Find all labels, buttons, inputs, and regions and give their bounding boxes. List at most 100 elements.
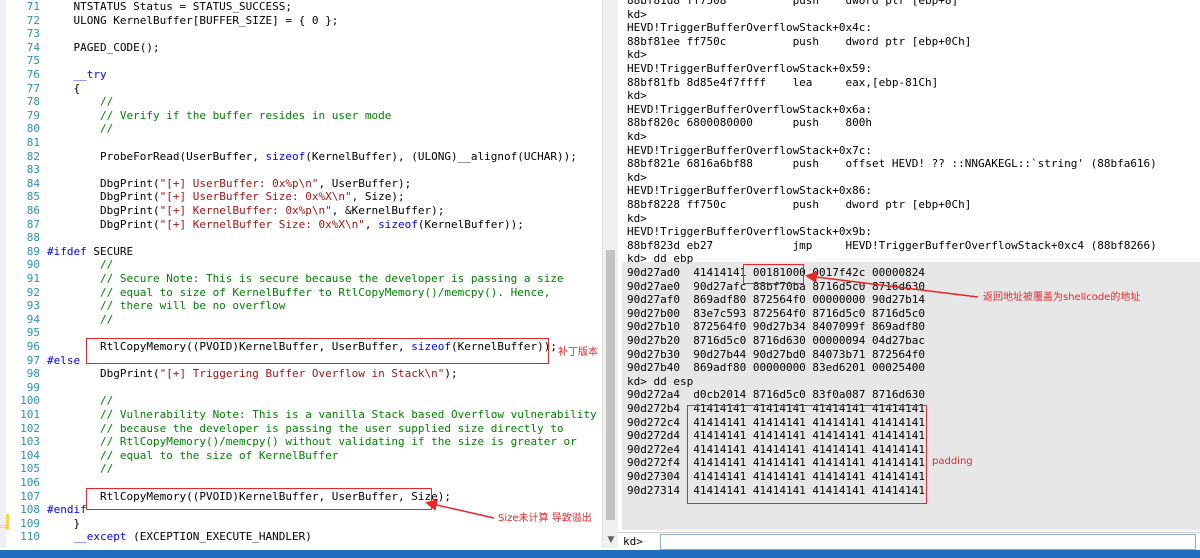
line-number: 76 — [26, 68, 40, 81]
code-text: __try — [47, 68, 107, 82]
code-line[interactable]: 73 — [0, 27, 596, 41]
code-line[interactable]: 77 { — [0, 82, 596, 96]
code-line[interactable]: 110 __except (EXCEPTION_EXECUTE_HANDLER) — [0, 530, 596, 544]
code-token: ProbeForRead(UserBuffer, — [47, 149, 266, 163]
code-string: "[+] KernelBuffer Size: 0x%X\n" — [159, 217, 365, 231]
line-number: 80 — [26, 122, 40, 136]
line-number: 77 — [26, 81, 40, 95]
code-text: // — [47, 122, 113, 136]
line-number: 101 — [20, 408, 40, 421]
code-line[interactable]: 87 DbgPrint("[+] KernelBuffer Size: 0x%X… — [0, 218, 596, 232]
code-line[interactable]: 98 DbgPrint("[+] Triggering Buffer Overf… — [0, 367, 596, 381]
code-line[interactable]: 100 // — [0, 394, 596, 408]
code-text: // Verify if the buffer resides in user … — [47, 109, 391, 123]
editor-vertical-scrollbar[interactable]: ▼ — [602, 0, 618, 548]
code-comment: // because the developer is passing the … — [47, 421, 564, 435]
scroll-down-icon[interactable]: ▼ — [603, 532, 619, 548]
code-line[interactable]: 86 DbgPrint("[+] KernelBuffer: 0x%p\n", … — [0, 204, 596, 218]
output-line: HEVD!TriggerBufferOverflowStack+0x6a: — [627, 102, 873, 116]
source-editor[interactable]: ⇨ 71 NTSTATUS Status = STATUS_SUCCESS; 72… — [0, 0, 602, 548]
code-token: PAGED_CODE(); — [47, 40, 160, 54]
code-text: // Secure Note: This is secure because t… — [47, 272, 564, 286]
line-number: 79 — [26, 108, 40, 122]
code-token: DbgPrint( — [47, 217, 160, 231]
code-line[interactable]: 90 // — [0, 258, 596, 272]
code-text: // — [47, 95, 113, 109]
code-token: NTSTATUS Status = STATUS_SUCCESS; — [47, 0, 293, 13]
line-number: 92 — [26, 285, 40, 299]
code-line[interactable]: 75 — [0, 54, 596, 68]
return-address-box — [743, 264, 804, 284]
command-bar: kd> — [618, 532, 1200, 550]
code-comment: // RtlCopyMemory()/memcpy() without vali… — [47, 435, 577, 449]
command-input[interactable] — [660, 534, 1196, 550]
code-line[interactable]: 80 // — [0, 122, 596, 136]
output-line: 88bf81ee ff750c push dword ptr [ebp+0Ch] — [627, 34, 972, 48]
line-number: 74 — [26, 40, 40, 54]
code-text: // RtlCopyMemory()/memcpy() without vali… — [47, 435, 577, 449]
code-line[interactable]: 99 — [0, 381, 596, 395]
line-number: 103 — [20, 435, 40, 449]
code-string: "[+] UserBuffer Size: 0x%X\n" — [159, 190, 352, 204]
code-line[interactable]: 83 — [0, 163, 596, 177]
code-line[interactable]: 85 DbgPrint("[+] UserBuffer Size: 0x%X\n… — [0, 190, 596, 204]
code-line[interactable]: 103 // RtlCopyMemory()/memcpy() without … — [0, 435, 596, 449]
line-number: 94 — [26, 312, 40, 326]
code-line[interactable]: 94 // — [0, 313, 596, 327]
padding-box — [687, 405, 927, 504]
line-number: 86 — [26, 204, 40, 217]
output-line: 90d27b20 8716d5c0 8716d630 00000094 04d2… — [627, 334, 926, 347]
code-text: ProbeForRead(UserBuffer, sizeof(KernelBu… — [47, 150, 577, 164]
code-line[interactable]: 71 NTSTATUS Status = STATUS_SUCCESS; — [0, 0, 596, 14]
code-line[interactable]: 82 ProbeForRead(UserBuffer, sizeof(Kerne… — [0, 150, 596, 164]
output-line: kd> — [627, 89, 647, 103]
code-line[interactable]: 88 — [0, 231, 596, 245]
line-number: 93 — [26, 299, 40, 313]
line-number: 102 — [20, 421, 40, 435]
line-number: 100 — [20, 394, 40, 408]
code-token: DbgPrint( — [47, 367, 160, 381]
code-line[interactable]: 89 #ifdef SECURE — [0, 245, 596, 259]
output-line: kd> dd esp — [627, 374, 694, 388]
vulnerable-line-box — [86, 488, 432, 510]
code-line[interactable]: 76 __try — [0, 68, 596, 82]
patch-version-label: 补丁版本 — [558, 347, 598, 358]
code-text: DbgPrint("[+] Triggering Buffer Overflow… — [47, 367, 458, 381]
code-line[interactable]: 102 // because the developer is passing … — [0, 422, 596, 436]
output-line: kd> — [627, 48, 647, 62]
code-line[interactable]: 72 ULONG KernelBuffer[BUFFER_SIZE] = { 0… — [0, 14, 596, 28]
scrollbar-thumb[interactable] — [606, 250, 615, 520]
output-line: 90d27af0 869adf80 872564f0 00000000 90d2… — [627, 293, 926, 307]
output-line: kd> — [627, 170, 647, 184]
code-keyword: __try — [73, 68, 107, 81]
code-line[interactable]: 78 // — [0, 95, 596, 109]
code-line[interactable]: 81 — [0, 136, 596, 150]
code-token: , — [364, 217, 379, 231]
code-token: , UserBuffer); — [318, 176, 412, 190]
code-token: DbgPrint( — [47, 190, 160, 204]
code-line[interactable]: 74 PAGED_CODE(); — [0, 41, 596, 55]
output-line: kd> dd ebp — [627, 252, 694, 266]
code-line[interactable]: 92 // equal to size of KernelBuffer to R… — [0, 286, 596, 300]
code-token: (KernelBuffer)); — [417, 217, 524, 231]
line-number: 71 — [26, 0, 40, 13]
code-line[interactable]: 79 // Verify if the buffer resides in us… — [0, 109, 596, 123]
code-text: NTSTATUS Status = STATUS_SUCCESS; — [47, 0, 292, 14]
code-text: #else — [47, 354, 80, 368]
code-comment: // — [47, 95, 114, 109]
code-comment: // Verify if the buffer resides in user … — [47, 108, 392, 122]
code-text: // equal to size of KernelBuffer to RtlC… — [47, 286, 550, 300]
line-number: 98 — [26, 367, 40, 381]
line-number: 84 — [26, 176, 40, 190]
code-line[interactable]: 93 // there will be no overflow — [0, 299, 596, 313]
code-line[interactable]: 105 // — [0, 462, 596, 476]
code-token: (KernelBuffer), (ULONG)__alignof(UCHAR))… — [305, 149, 577, 163]
code-text: } — [47, 517, 80, 531]
code-comment: // equal to the size of KernelBuffer — [47, 448, 339, 462]
code-comment: // Vulnerability Note: This is a vanilla… — [47, 408, 597, 421]
code-line[interactable]: 104 // equal to the size of KernelBuffer — [0, 449, 596, 463]
code-line[interactable]: 84 DbgPrint("[+] UserBuffer: 0x%p\n", Us… — [0, 177, 596, 191]
code-line[interactable]: 101 // Vulnerability Note: This is a van… — [0, 408, 597, 422]
code-line[interactable]: 91 // Secure Note: This is secure becaus… — [0, 272, 596, 286]
